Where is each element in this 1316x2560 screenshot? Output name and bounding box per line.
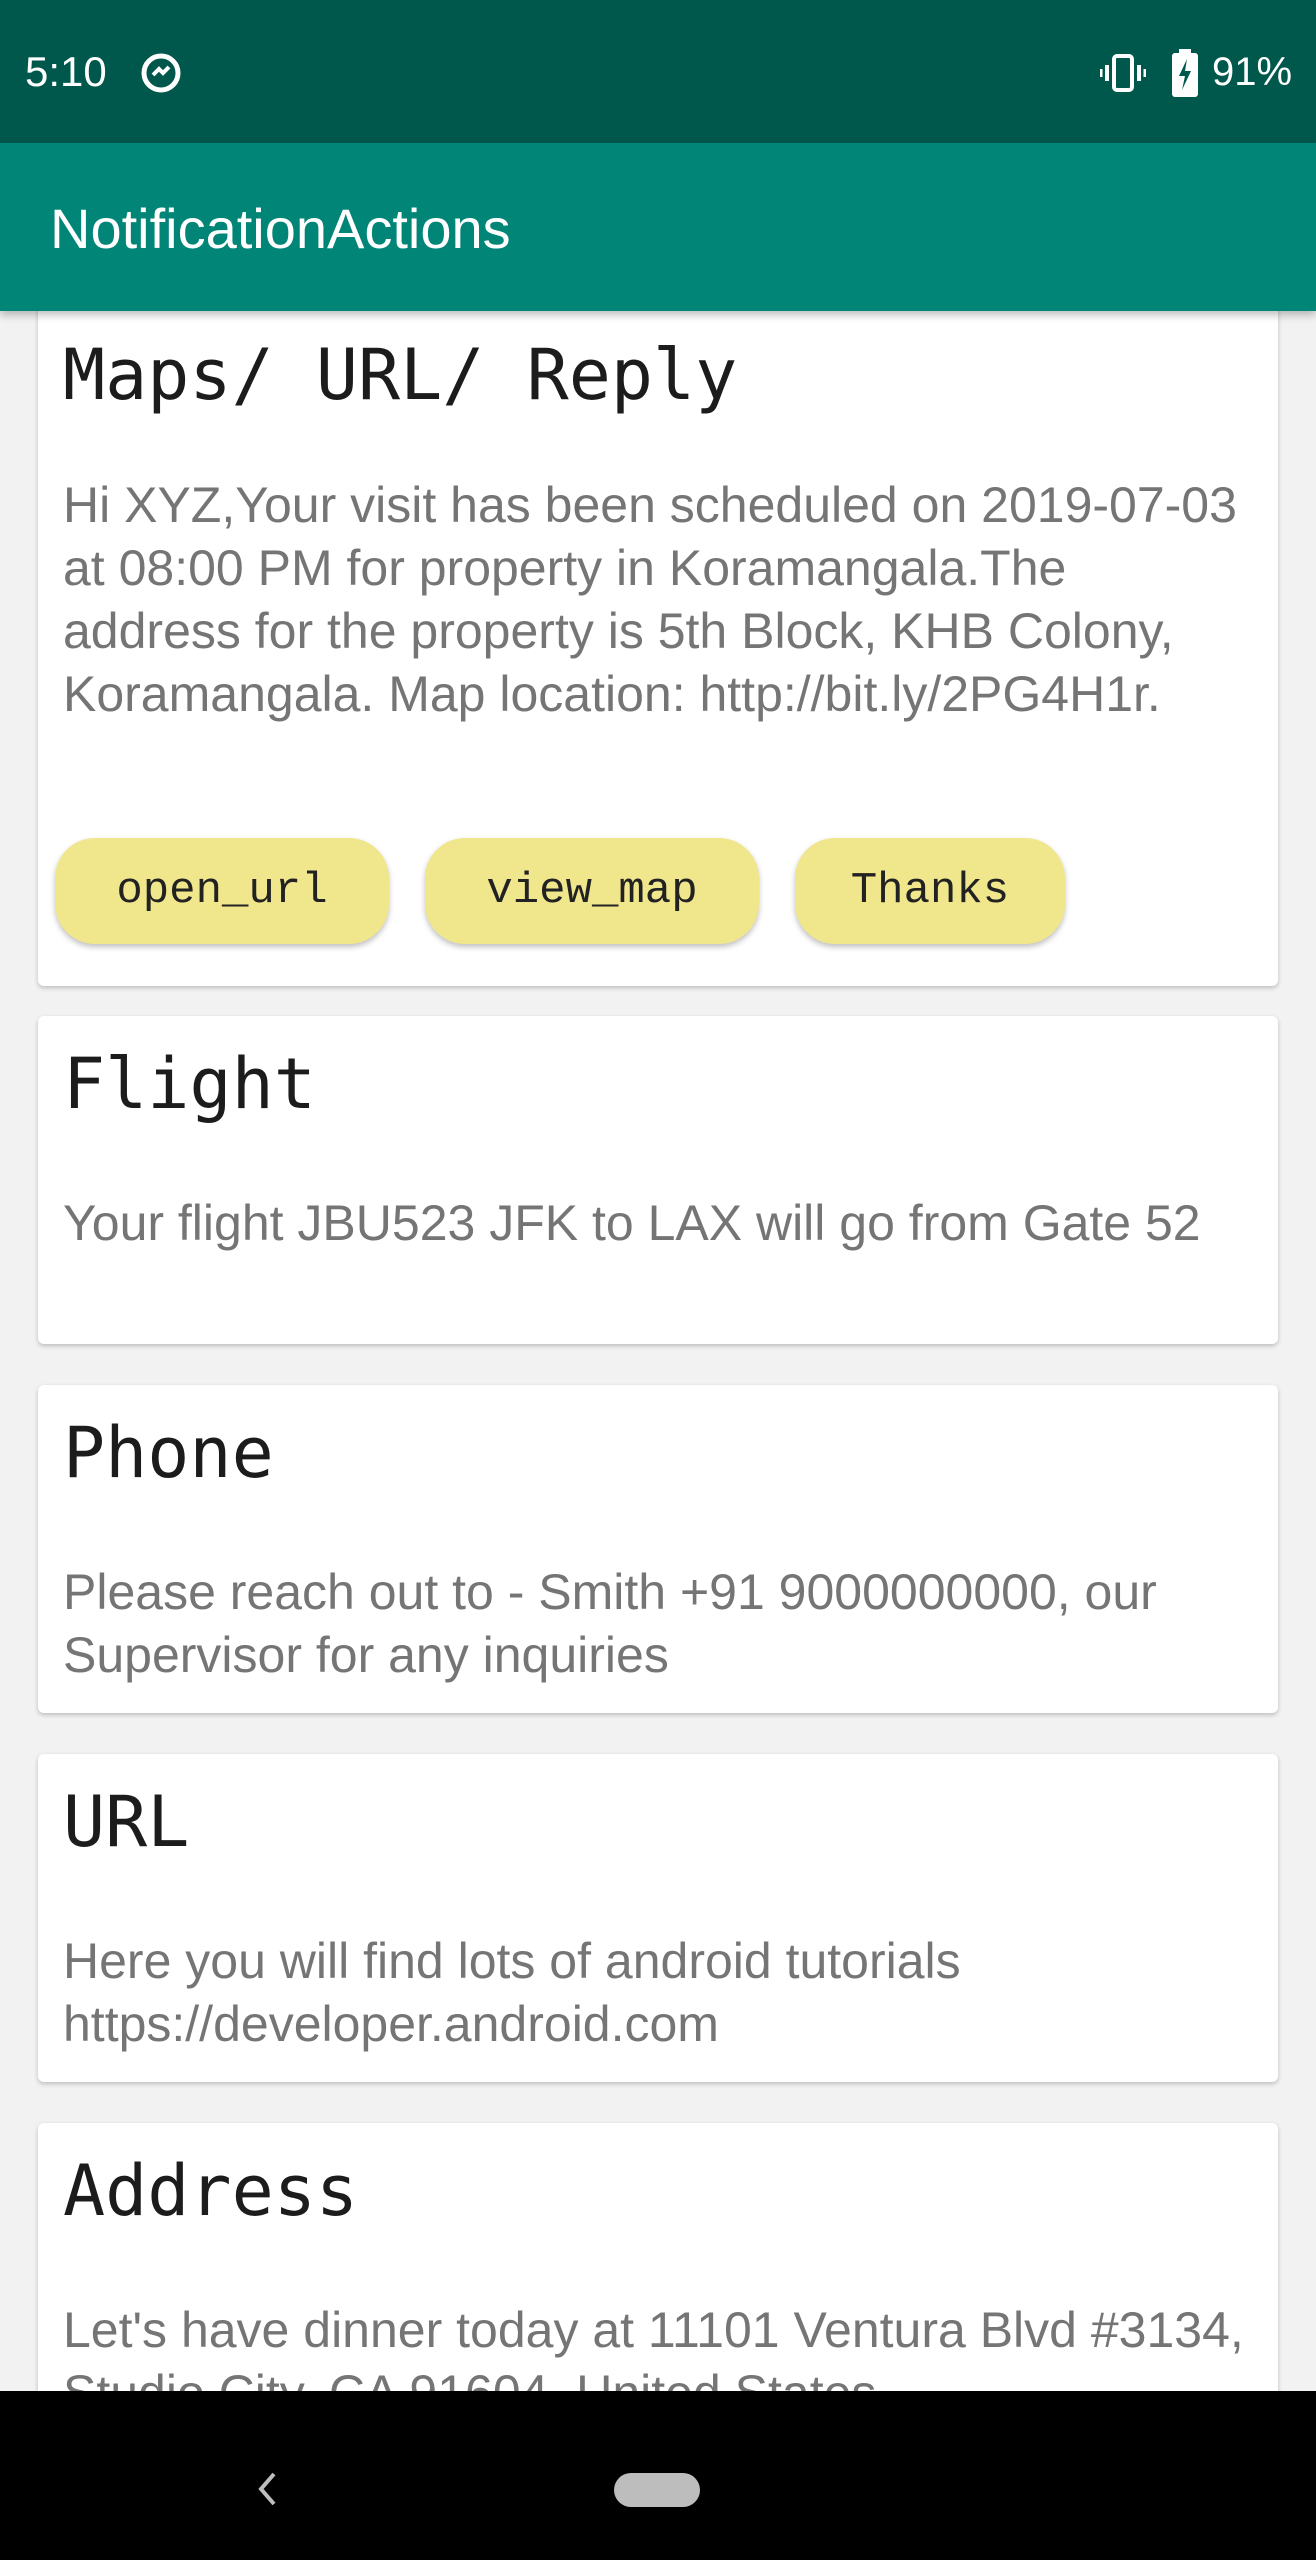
back-chevron-icon[interactable] — [252, 2464, 282, 2514]
card-flight[interactable]: Flight Your flight JBU523 JFK to LAX wil… — [38, 1016, 1278, 1344]
card-body: Please reach out to - Smith +91 90000000… — [63, 1564, 1157, 1683]
card-body: Your flight JBU523 JFK to LAX will go fr… — [63, 1195, 1201, 1251]
notification-list[interactable]: Maps/ URL/ Reply Hi XYZ,Your visit has b… — [0, 311, 1316, 2391]
sync-circle-icon — [138, 50, 184, 96]
status-bar: 5:10 91% — [0, 0, 1316, 143]
vibrate-icon — [1099, 50, 1147, 96]
card-phone[interactable]: Phone Please reach out to - Smith +91 90… — [38, 1385, 1278, 1713]
view-map-button[interactable]: view_map — [425, 838, 759, 944]
open-url-button[interactable]: open_url — [55, 838, 389, 944]
card-maps-url-reply[interactable]: Maps/ URL/ Reply Hi XYZ,Your visit has b… — [38, 311, 1278, 986]
battery-percent: 91% — [1212, 50, 1293, 94]
card-address[interactable]: Address Let's have dinner today at 11101… — [38, 2123, 1278, 2391]
card-title: Flight — [63, 1043, 316, 1125]
battery-charging-icon — [1170, 48, 1200, 98]
card-body: Here you will find lots of android tutor… — [63, 1933, 961, 2052]
card-title: Maps/ URL/ Reply — [63, 334, 738, 416]
card-title: Phone — [63, 1412, 274, 1494]
card-body: Hi XYZ,Your visit has been scheduled on … — [63, 477, 1237, 722]
card-body: Let's have dinner today at 11101 Ventura… — [63, 2302, 1244, 2391]
app-bar: NotificationActions — [0, 143, 1316, 311]
card-url[interactable]: URL Here you will find lots of android t… — [38, 1754, 1278, 2082]
thanks-button[interactable]: Thanks — [795, 838, 1065, 944]
status-time: 5:10 — [25, 48, 107, 95]
app-title: NotificationActions — [50, 197, 511, 260]
home-pill-icon[interactable] — [614, 2473, 700, 2507]
card-title: Address — [63, 2150, 359, 2232]
card-title: URL — [63, 1781, 190, 1863]
